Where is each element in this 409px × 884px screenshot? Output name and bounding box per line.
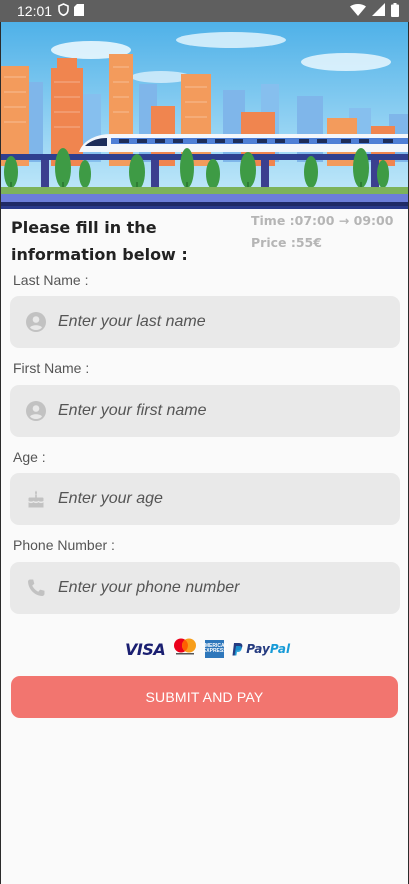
amex-logo: AMERICAN EXPRESS [201, 640, 228, 658]
paypal-pal-text: Pal [269, 642, 291, 656]
phone-icon [26, 578, 46, 598]
last-name-field[interactable] [10, 296, 400, 348]
status-right [350, 2, 399, 20]
submit-and-pay-button[interactable]: SUBMIT AND PAY [11, 676, 398, 718]
shield-icon [58, 3, 69, 19]
page-title: Please fill in the information below : [11, 218, 188, 264]
payment-logos: VISA AMERICAN EXPRESS Pay Pal [125, 638, 290, 660]
age-label: Age : [13, 449, 46, 465]
trip-price: Price :55€ [251, 235, 322, 250]
battery-icon [391, 2, 399, 20]
person-icon [26, 401, 46, 421]
status-time: 12:01 [17, 3, 53, 19]
visa-logo: VISA [125, 639, 166, 659]
age-input[interactable] [58, 490, 358, 508]
phone-field[interactable] [10, 562, 400, 614]
phone-label: Phone Number : [13, 537, 115, 553]
first-name-label: First Name : [13, 360, 90, 376]
sd-card-icon [74, 3, 85, 19]
city-train-banner [1, 22, 408, 209]
status-bar: 12:01 [0, 0, 409, 22]
cake-icon [26, 489, 46, 509]
first-name-field[interactable] [10, 385, 400, 437]
trip-info: Time :07:00 → 09:00 Price :55€ [251, 210, 393, 254]
screen: Please fill in the information below : T… [1, 22, 408, 884]
person-icon [26, 312, 46, 332]
wifi-icon [350, 3, 366, 19]
paypal-icon [232, 642, 243, 655]
phone-input[interactable] [58, 579, 358, 597]
paypal-logo: Pay Pal [232, 642, 290, 656]
age-field[interactable] [10, 473, 400, 525]
first-name-input[interactable] [58, 402, 358, 420]
signal-icon [372, 3, 385, 19]
last-name-label: Last Name : [13, 272, 89, 288]
trip-time: Time :07:00 → 09:00 [251, 213, 394, 228]
last-name-input[interactable] [58, 313, 358, 331]
mastercard-logo [173, 638, 197, 660]
paypal-pay-text: Pay [246, 642, 270, 656]
